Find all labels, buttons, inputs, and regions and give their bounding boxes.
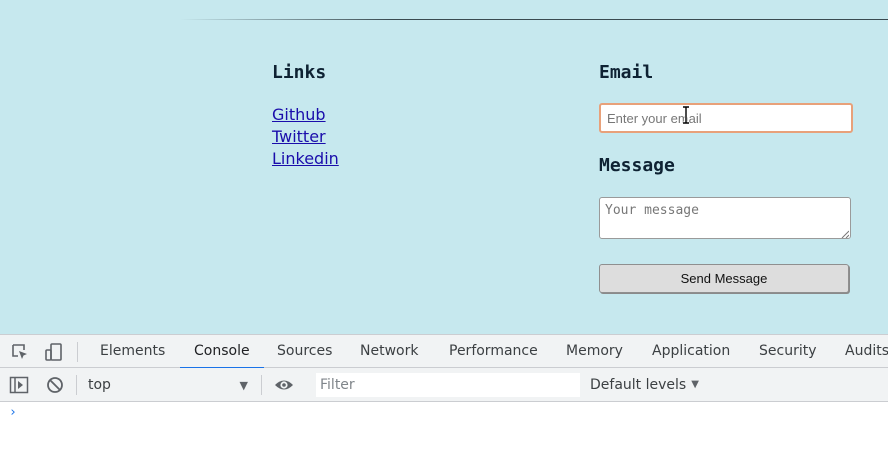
twitter-link[interactable]: Twitter xyxy=(272,126,472,148)
chevron-down-icon: ▼ xyxy=(691,379,699,390)
send-message-button[interactable]: Send Message xyxy=(599,264,849,293)
email-heading: Email xyxy=(599,62,654,83)
context-value: top xyxy=(88,377,111,393)
github-link[interactable]: Github xyxy=(272,104,472,126)
linkedin-link[interactable]: Linkedin xyxy=(272,148,472,170)
links-list: Github Twitter Linkedin xyxy=(272,104,472,170)
message-heading: Message xyxy=(599,155,675,176)
tab-security[interactable]: Security xyxy=(745,335,831,368)
clear-console-icon[interactable] xyxy=(45,375,65,395)
top-divider xyxy=(180,19,888,20)
contact-form: Email Message Send Message xyxy=(599,62,859,293)
console-output[interactable]: › xyxy=(0,402,888,460)
page-viewport: Links Github Twitter Linkedin Email Mess… xyxy=(0,0,888,334)
tab-sources[interactable]: Sources xyxy=(263,335,346,368)
devtools-panel: Elements Console Sources Network Perform… xyxy=(0,334,888,460)
devtools-tabbar: Elements Console Sources Network Perform… xyxy=(0,334,888,369)
sidebar-toggle-icon[interactable] xyxy=(9,375,29,395)
console-toolbar: top ▼ Default levels ▼ xyxy=(0,368,888,402)
console-prompt: › xyxy=(9,405,17,420)
toolbar-separator xyxy=(76,375,77,395)
eye-icon[interactable] xyxy=(274,375,294,395)
tab-application[interactable]: Application xyxy=(638,335,744,368)
log-levels-dropdown[interactable]: Default levels ▼ xyxy=(590,373,699,397)
context-select[interactable]: top ▼ xyxy=(82,373,254,397)
inspect-element-icon[interactable] xyxy=(10,342,30,362)
links-heading: Links xyxy=(272,62,327,83)
toolbar-separator xyxy=(261,375,262,395)
tab-console[interactable]: Console xyxy=(180,335,264,369)
tab-performance[interactable]: Performance xyxy=(435,335,552,368)
message-field[interactable] xyxy=(599,197,851,239)
tabbar-separator xyxy=(77,342,78,362)
tab-audits[interactable]: Audits xyxy=(831,335,888,368)
links-section: Links Github Twitter Linkedin xyxy=(272,62,472,170)
email-field[interactable] xyxy=(599,103,853,133)
device-toggle-icon[interactable] xyxy=(44,342,64,362)
filter-input[interactable] xyxy=(316,373,580,397)
log-levels-label: Default levels xyxy=(590,377,687,393)
tab-memory[interactable]: Memory xyxy=(552,335,637,368)
tab-network[interactable]: Network xyxy=(346,335,432,368)
tab-elements[interactable]: Elements xyxy=(86,335,179,368)
chevron-down-icon: ▼ xyxy=(239,379,248,392)
